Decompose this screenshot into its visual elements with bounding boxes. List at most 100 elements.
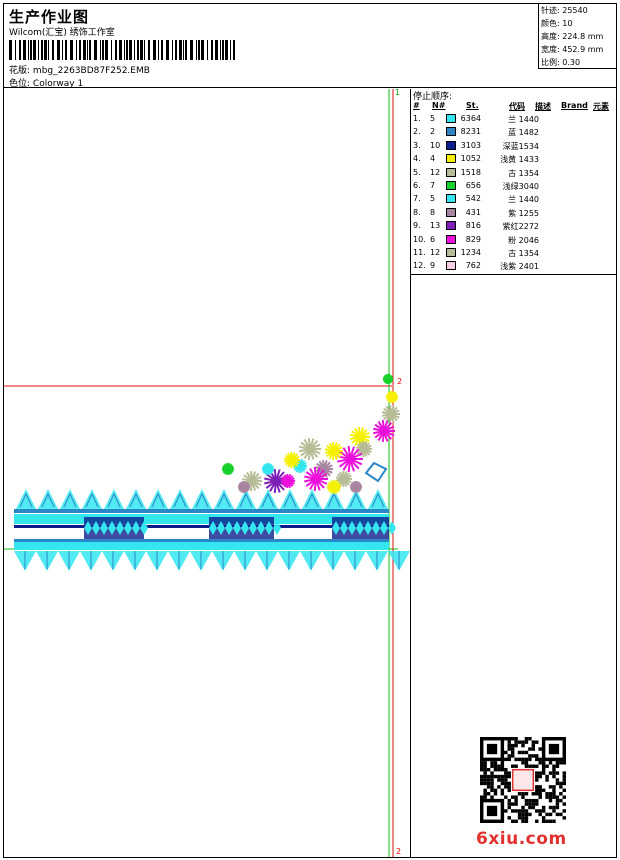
- stop-sequence-row: 7. 5 542 兰 1440: [411, 193, 617, 206]
- stat-stitches: 针迹: 25540: [541, 4, 617, 17]
- row-stitches: 1518: [460, 167, 481, 177]
- row-needle: 2: [430, 127, 436, 137]
- row-index: 4.: [413, 154, 421, 164]
- row-stitches: 3103: [460, 140, 481, 150]
- col-header-stitches: St.: [466, 101, 479, 110]
- color-swatch: [446, 127, 456, 137]
- stop-sequence-row: 5. 12 1518 古 1354: [411, 167, 617, 180]
- stat-value: 452.9 mm: [562, 45, 604, 54]
- row-code: 古 1354: [508, 168, 539, 178]
- row-index: 9.: [413, 221, 421, 231]
- colorway-value: Colorway 1: [32, 79, 84, 89]
- row-index: 1.: [413, 114, 421, 123]
- row-index: 3.: [413, 140, 421, 150]
- color-swatch: [446, 140, 456, 150]
- guide-marker-bottom: 2: [396, 847, 402, 856]
- color-swatch: [446, 207, 456, 217]
- row-index: 10.: [413, 234, 426, 244]
- color-swatch: [446, 167, 456, 177]
- col-header-needle: N#: [432, 101, 446, 110]
- row-index: 8.: [413, 207, 421, 217]
- row-stitches: 542: [465, 194, 481, 204]
- row-needle: 4: [430, 154, 436, 164]
- row-code: 兰 1440: [508, 115, 539, 124]
- stat-label: 比例:: [541, 58, 560, 67]
- row-code: 深蓝1534: [502, 141, 539, 151]
- design-canvas: 1 2 2: [4, 89, 410, 857]
- stat-value: 224.8 mm: [562, 32, 604, 41]
- col-header-index: #: [413, 101, 420, 110]
- design-label: 花版:: [9, 66, 31, 76]
- stop-sequence-row: 2. 2 8231 蓝 1482: [411, 126, 617, 139]
- row-needle: 7: [430, 181, 436, 190]
- stat-value: 25540: [562, 6, 588, 15]
- guide-marker-top: 1: [395, 89, 401, 97]
- lace-border-band: [14, 489, 410, 571]
- qr-code: [480, 737, 566, 823]
- stat-label: 高度:: [541, 32, 560, 41]
- embroidery-preview: [4, 89, 410, 857]
- row-code: 紫 1255: [508, 208, 539, 218]
- color-swatch: [446, 234, 456, 244]
- stop-sequence-row: 8. 8 431 紫 1255: [411, 207, 617, 220]
- company-name: Wilcom(汇宝) 绣饰工作室: [9, 28, 115, 38]
- color-swatch: [446, 181, 456, 190]
- stat-label: 宽度:: [541, 45, 560, 54]
- color-swatch: [446, 194, 456, 204]
- row-code: 浅紫 2401: [500, 262, 539, 272]
- col-header-code: 代码: [509, 102, 525, 111]
- header: 生产作业图 Wilcom(汇宝) 绣饰工作室 花版: mbg_2263BD87F…: [3, 3, 617, 89]
- colorway-label: 色位:: [9, 79, 31, 89]
- row-stitches: 8231: [460, 127, 481, 137]
- col-header-element: 元素: [593, 102, 609, 111]
- stat-label: 颜色:: [541, 19, 560, 28]
- row-needle: 8: [430, 207, 436, 217]
- colorway-line: 色位: Colorway 1: [9, 76, 83, 89]
- row-stitches: 816: [465, 221, 481, 231]
- stop-sequence-row: 3. 10 3103 深蓝1534: [411, 140, 617, 153]
- stat-value: 10: [562, 19, 573, 28]
- row-stitches: 829: [465, 234, 481, 244]
- color-swatch: [446, 221, 456, 231]
- row-index: 6.: [413, 181, 421, 190]
- stat-colors: 颜色: 10: [541, 17, 617, 30]
- page-title: 生产作业图: [9, 8, 90, 26]
- row-needle: 5: [430, 114, 436, 123]
- site-watermark: 6xiu.com: [476, 829, 567, 849]
- row-code: 浅黄 1433: [500, 155, 539, 165]
- stat-label: 针迹:: [541, 6, 560, 15]
- stat-value: 0.30: [562, 58, 581, 67]
- row-code: 粉 2046: [508, 235, 539, 245]
- stop-sequence-row: 12. 9 762 浅紫 2401: [411, 260, 617, 273]
- row-code: 紫红2272: [502, 222, 539, 232]
- row-index: 12.: [413, 261, 426, 271]
- col-header-description: 描述: [535, 102, 551, 111]
- stop-sequence-row: 1. 5 6364 兰 1440: [411, 113, 617, 126]
- design-stats: 针迹: 25540 颜色: 10 高度: 224.8 mm 宽度: 452.9 …: [538, 3, 617, 69]
- design-file-name: mbg_2263BD87F252.EMB: [32, 66, 150, 76]
- row-needle: 13: [430, 221, 441, 231]
- row-stitches: 1234: [460, 248, 481, 257]
- color-swatch: [446, 261, 456, 271]
- row-needle: 12: [430, 248, 441, 257]
- row-code: 兰 1440: [508, 195, 539, 205]
- barcode: [9, 40, 235, 60]
- stat-scale: 比例: 0.30: [541, 56, 617, 69]
- stat-width: 宽度: 452.9 mm: [541, 43, 617, 56]
- row-code: 古 1354: [508, 249, 539, 258]
- row-stitches: 762: [465, 261, 481, 271]
- color-swatch: [446, 248, 456, 257]
- color-swatch: [446, 114, 456, 123]
- row-code: 浅绿3040: [502, 182, 539, 191]
- row-stitches: 6364: [460, 114, 481, 123]
- row-needle: 12: [430, 167, 441, 177]
- row-needle: 10: [430, 140, 441, 150]
- stop-sequence-row: 11. 12 1234 古 1354: [411, 247, 617, 260]
- row-stitches: 656: [465, 181, 481, 190]
- row-needle: 9: [430, 261, 436, 271]
- col-header-brand: Brand: [561, 101, 588, 110]
- stat-height: 高度: 224.8 mm: [541, 30, 617, 43]
- stop-sequence-panel: 停止顺序: # N# St. 代码 描述 Brand 元素 1. 5 6364 兰 1…: [411, 89, 617, 275]
- row-stitches: 431: [465, 207, 481, 217]
- design-file-line: 花版: mbg_2263BD87F252.EMB: [9, 63, 150, 76]
